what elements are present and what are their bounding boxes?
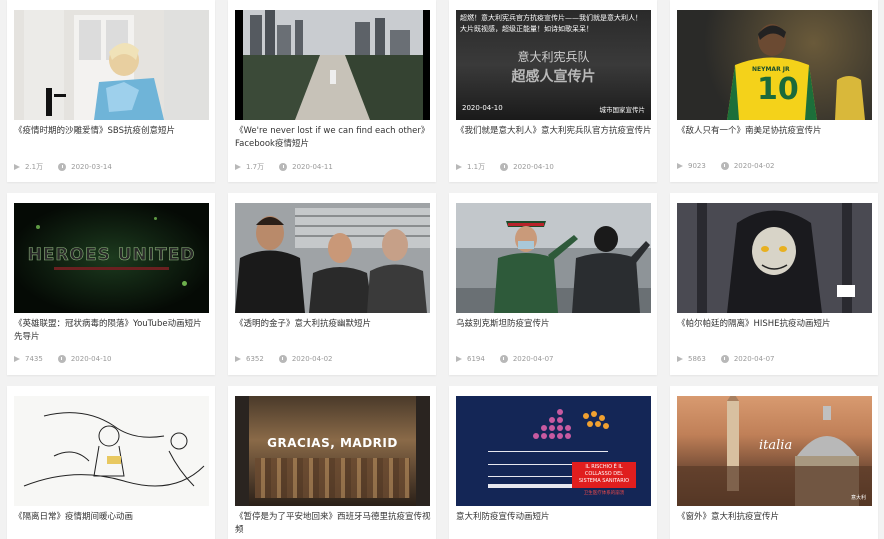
video-card[interactable]: 《帕尔帕廷的隔离》HISHE抗疫动画短片 5863 2020-04-07 xyxy=(670,193,878,375)
video-meta: 1.7万 2020-04-11 xyxy=(235,162,333,172)
clock-icon xyxy=(720,162,729,170)
alert-subtitle: 卫生医疗体系的崩溃 xyxy=(583,491,625,496)
publish-date: 2020-04-10 xyxy=(70,355,112,363)
publish-date: 2020-03-14 xyxy=(71,163,112,171)
play-count: 2.1万 xyxy=(25,163,44,171)
video-title[interactable]: 《窗外》意大利抗疫宣传片 xyxy=(677,511,873,539)
play-count: 6194 xyxy=(467,355,485,363)
video-title[interactable]: 《英雄联盟：冠状病毒的陨落》YouTube动画短片先导片 xyxy=(14,318,210,346)
video-thumbnail[interactable] xyxy=(235,10,430,120)
video-grid: 《疫情时期的沙雕爱情》SBS抗疫创意短片 2.1万 2020-03-14 《We… xyxy=(0,0,884,539)
jersey-number: 10 xyxy=(757,72,799,107)
clock-icon xyxy=(57,355,66,363)
video-meta: 6194 2020-04-07 xyxy=(456,355,554,363)
video-meta: 9023 2020-04-02 xyxy=(677,162,775,170)
play-count-icon xyxy=(677,356,683,362)
overlay-heading: 超感人宣传片 xyxy=(511,69,596,85)
video-thumbnail[interactable]: HEROES UNITED xyxy=(14,203,209,313)
video-meta: 5863 2020-04-07 xyxy=(677,355,775,363)
video-card[interactable]: italia 意大利 《窗外》意大利抗疫宣传片 xyxy=(670,386,878,539)
video-card[interactable]: NEYMAR JR 10 《敌人只有一个》南美足协抗疫宣传片 9023 2020… xyxy=(670,0,878,182)
video-card[interactable]: 《疫情时期的沙雕爱情》SBS抗疫创意短片 2.1万 2020-03-14 xyxy=(7,0,215,182)
video-title[interactable]: 《We're never lost if we can find each ot… xyxy=(235,125,431,153)
publish-date: 2020-04-10 xyxy=(513,163,554,171)
overlay-heading: italia xyxy=(759,438,793,453)
video-title[interactable]: 《透明的金子》意大利抗疫幽默短片 xyxy=(235,318,431,346)
play-count-icon xyxy=(456,356,462,362)
video-card[interactable]: GRACIAS, MADRID 《暂停是为了平安地回来》西班牙马德里抗疫宣传视频 xyxy=(228,386,436,539)
video-title[interactable]: 《敌人只有一个》南美足协抗疫宣传片 xyxy=(677,125,873,153)
palpatine-cartoon-image xyxy=(677,203,872,313)
video-thumbnail[interactable] xyxy=(14,396,209,506)
play-count: 5863 xyxy=(688,355,706,363)
play-count: 1.7万 xyxy=(246,163,265,171)
video-card[interactable]: 乌兹别克斯坦防疫宣传片 6194 2020-04-07 xyxy=(449,193,657,375)
clock-icon xyxy=(500,163,509,171)
play-count-icon xyxy=(456,164,462,170)
publish-date: 2020-04-02 xyxy=(733,162,775,170)
three-men-image xyxy=(235,203,430,313)
video-title[interactable]: 《疫情时期的沙雕爱情》SBS抗疫创意短片 xyxy=(14,125,210,153)
play-count-icon xyxy=(235,356,241,362)
video-thumbnail[interactable] xyxy=(456,203,651,313)
video-meta: 2.1万 2020-03-14 xyxy=(14,162,112,172)
video-card[interactable]: 《透明的金子》意大利抗疫幽默短片 6352 2020-04-02 xyxy=(228,193,436,375)
play-count: 1.1万 xyxy=(467,163,486,171)
play-count: 6352 xyxy=(246,355,264,363)
play-count-icon xyxy=(235,164,241,170)
publish-date: 2020-04-11 xyxy=(292,163,333,171)
video-title[interactable]: 《我们就是意大利人》意大利宪兵队官方抗疫宣传片 xyxy=(456,125,652,153)
video-thumbnail[interactable]: GRACIAS, MADRID xyxy=(235,396,430,506)
alert-box: IL RISCHIO È IL COLLASSO DEL SISTEMA SAN… xyxy=(572,462,636,488)
video-title[interactable]: 乌兹别克斯坦防疫宣传片 xyxy=(456,318,652,346)
sketch-animation-image xyxy=(14,396,209,506)
man-on-bike-image xyxy=(14,10,209,120)
video-card[interactable]: 超燃！意大利宪兵官方抗疫宣传片——我们就是意大利人！大片既视感，超级正能量！如诗… xyxy=(449,0,657,182)
clock-icon xyxy=(720,355,729,363)
play-count: 7435 xyxy=(25,355,43,363)
video-thumbnail[interactable]: NEYMAR JR 10 xyxy=(677,10,872,120)
overlay-heading: 意大利宪兵队 xyxy=(517,50,590,64)
video-thumbnail[interactable]: 超燃！意大利宪兵官方抗疫宣传片——我们就是意大利人！大片既视感，超级正能量！如诗… xyxy=(456,10,651,120)
video-thumbnail[interactable]: IL RISCHIO È IL COLLASSO DEL SISTEMA SAN… xyxy=(456,396,651,506)
overlay-caption: 超燃！意大利宪兵官方抗疫宣传片——我们就是意大利人！大片既视感，超级正能量！如诗… xyxy=(460,14,642,33)
video-card[interactable]: 《隔离日常》疫情期间暖心动画 xyxy=(7,386,215,539)
overlay-date: 2020-04-10 xyxy=(462,104,503,112)
publish-date: 2020-04-07 xyxy=(512,355,554,363)
play-count-icon xyxy=(14,164,20,170)
city-avenue-image xyxy=(235,10,430,120)
overlay-heading: GRACIAS, MADRID xyxy=(267,436,398,450)
video-title[interactable]: 《暂停是为了平安地回来》西班牙马德里抗疫宣传视频 xyxy=(235,511,431,539)
logo-text: HEROES UNITED xyxy=(27,245,196,266)
video-card[interactable]: 《We're never lost if we can find each ot… xyxy=(228,0,436,182)
video-meta: 1.1万 2020-04-10 xyxy=(456,162,554,172)
soldiers-salute-image xyxy=(456,203,651,313)
video-card[interactable]: IL RISCHIO È IL COLLASSO DEL SISTEMA SAN… xyxy=(449,386,657,539)
video-title[interactable]: 意大利防疫宣传动画短片 xyxy=(456,511,652,539)
clock-icon xyxy=(58,163,67,171)
clock-icon xyxy=(499,355,508,363)
overlay-source: 城市国家宣传片 xyxy=(599,106,646,114)
video-thumbnail[interactable] xyxy=(235,203,430,313)
video-meta: 6352 2020-04-02 xyxy=(235,355,333,363)
overlay-corner: 意大利 xyxy=(850,495,866,501)
publish-date: 2020-04-07 xyxy=(733,355,775,363)
publish-date: 2020-04-02 xyxy=(291,355,333,363)
video-thumbnail[interactable] xyxy=(14,10,209,120)
video-thumbnail[interactable] xyxy=(677,203,872,313)
video-card[interactable]: HEROES UNITED 《英雄联盟：冠状病毒的陨落》YouTube动画短片先… xyxy=(7,193,215,375)
video-title[interactable]: 《帕尔帕廷的隔离》HISHE抗疫动画短片 xyxy=(677,318,873,346)
clock-icon xyxy=(278,355,287,363)
clock-icon xyxy=(279,163,288,171)
play-count-icon xyxy=(14,356,20,362)
video-thumbnail[interactable]: italia 意大利 xyxy=(677,396,872,506)
video-title[interactable]: 《隔离日常》疫情期间暖心动画 xyxy=(14,511,210,539)
play-count-icon xyxy=(677,163,683,169)
alert-text: IL RISCHIO È IL COLLASSO DEL SISTEMA SAN… xyxy=(578,464,630,484)
video-meta: 7435 2020-04-10 xyxy=(14,355,112,363)
play-count: 9023 xyxy=(688,162,706,170)
